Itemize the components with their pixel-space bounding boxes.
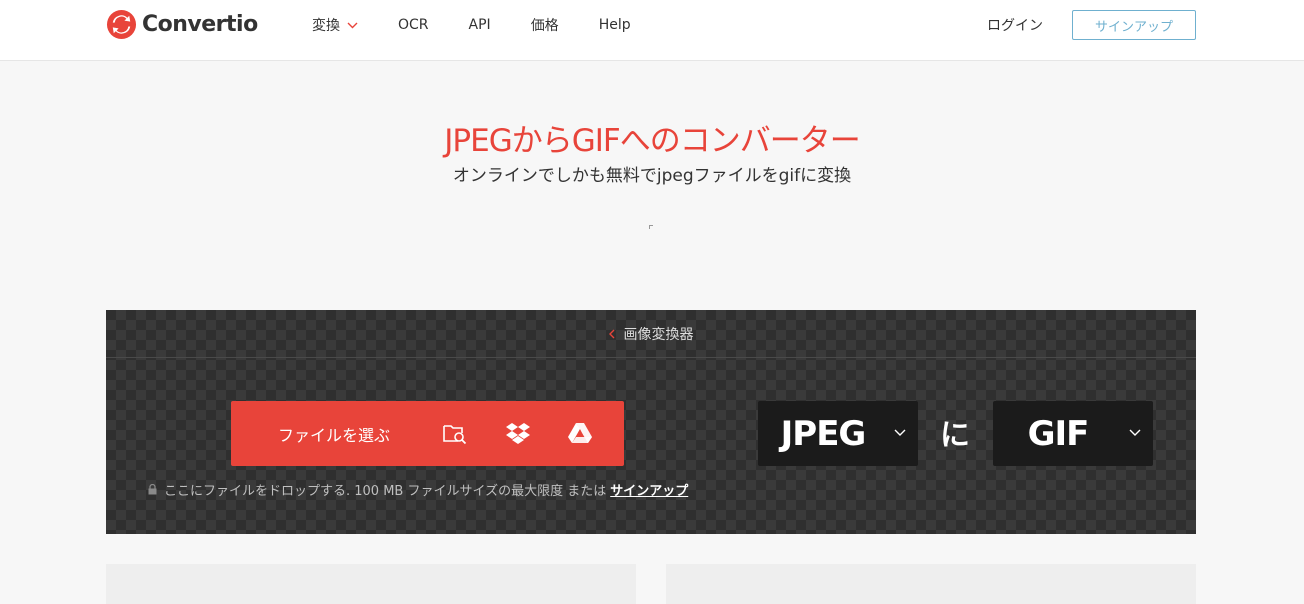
nav-item-pricing[interactable]: 価格 — [531, 15, 559, 35]
info-card-left — [106, 564, 636, 604]
nav-item-api[interactable]: API — [469, 17, 491, 33]
page-subtitle: オンラインでしかも無料でjpegファイルをgifに変換 — [452, 166, 852, 186]
nav-item-ocr[interactable]: OCR — [398, 17, 429, 33]
choose-files-label[interactable]: ファイルを選ぶ — [278, 401, 390, 466]
nav-item-label: 価格 — [530, 18, 559, 34]
login-link[interactable]: ログイン — [987, 15, 1043, 35]
loading-indicator — [649, 225, 653, 229]
logo[interactable]: Convertio — [106, 9, 258, 40]
folder-search-icon[interactable] — [442, 421, 468, 445]
chevron-down-icon — [347, 22, 358, 28]
nav-item-convert[interactable]: 変換 — [312, 15, 358, 35]
breadcrumb: 画像変換器 — [106, 310, 1196, 358]
lock-icon — [148, 484, 157, 495]
drop-note-text: ここにファイルをドロップする. 100 MB ファイルサイズの最大限度 または — [164, 484, 607, 499]
nav-item-label: API — [468, 17, 491, 33]
from-format-value: JPEG — [780, 413, 867, 454]
drop-note: ここにファイルをドロップする. 100 MB ファイルサイズの最大限度 または … — [148, 480, 688, 499]
page-title: JPEGからGIFへのコンバーター — [444, 123, 860, 159]
converter-panel: 画像変換器 ファイルを選ぶ ここにファイルをドロップする. 100 MB ファイ… — [106, 310, 1196, 534]
signup-button[interactable]: サインアップ — [1072, 10, 1196, 40]
chevron-left-icon — [608, 329, 614, 338]
logo-icon — [106, 9, 137, 40]
nav-item-label: 変換 — [312, 18, 340, 34]
chevron-down-icon — [1129, 429, 1141, 436]
nav-item-help[interactable]: Help — [599, 17, 631, 33]
info-card-right — [666, 564, 1196, 604]
google-drive-icon[interactable] — [567, 421, 593, 445]
nav-item-label: Help — [598, 17, 631, 33]
breadcrumb-back-link[interactable]: 画像変換器 — [608, 324, 694, 344]
chevron-down-icon — [894, 429, 906, 436]
dropbox-icon[interactable] — [505, 421, 531, 445]
to-format-select[interactable]: GIF — [993, 401, 1153, 466]
to-format-value: GIF — [1027, 413, 1090, 454]
choose-files-button[interactable]: ファイルを選ぶ — [231, 401, 624, 466]
logo-text: Convertio — [142, 12, 258, 37]
main-nav: 変換 OCR API 価格 Help — [312, 0, 671, 50]
drop-note-signup-link[interactable]: サインアップ — [610, 480, 688, 499]
nav-item-label: OCR — [398, 17, 429, 33]
to-label: に — [940, 418, 970, 453]
from-format-select[interactable]: JPEG — [758, 401, 918, 466]
top-bar: Convertio 変換 OCR API 価格 Help ログイン サインアップ — [0, 0, 1304, 61]
breadcrumb-label: 画像変換器 — [623, 326, 694, 343]
